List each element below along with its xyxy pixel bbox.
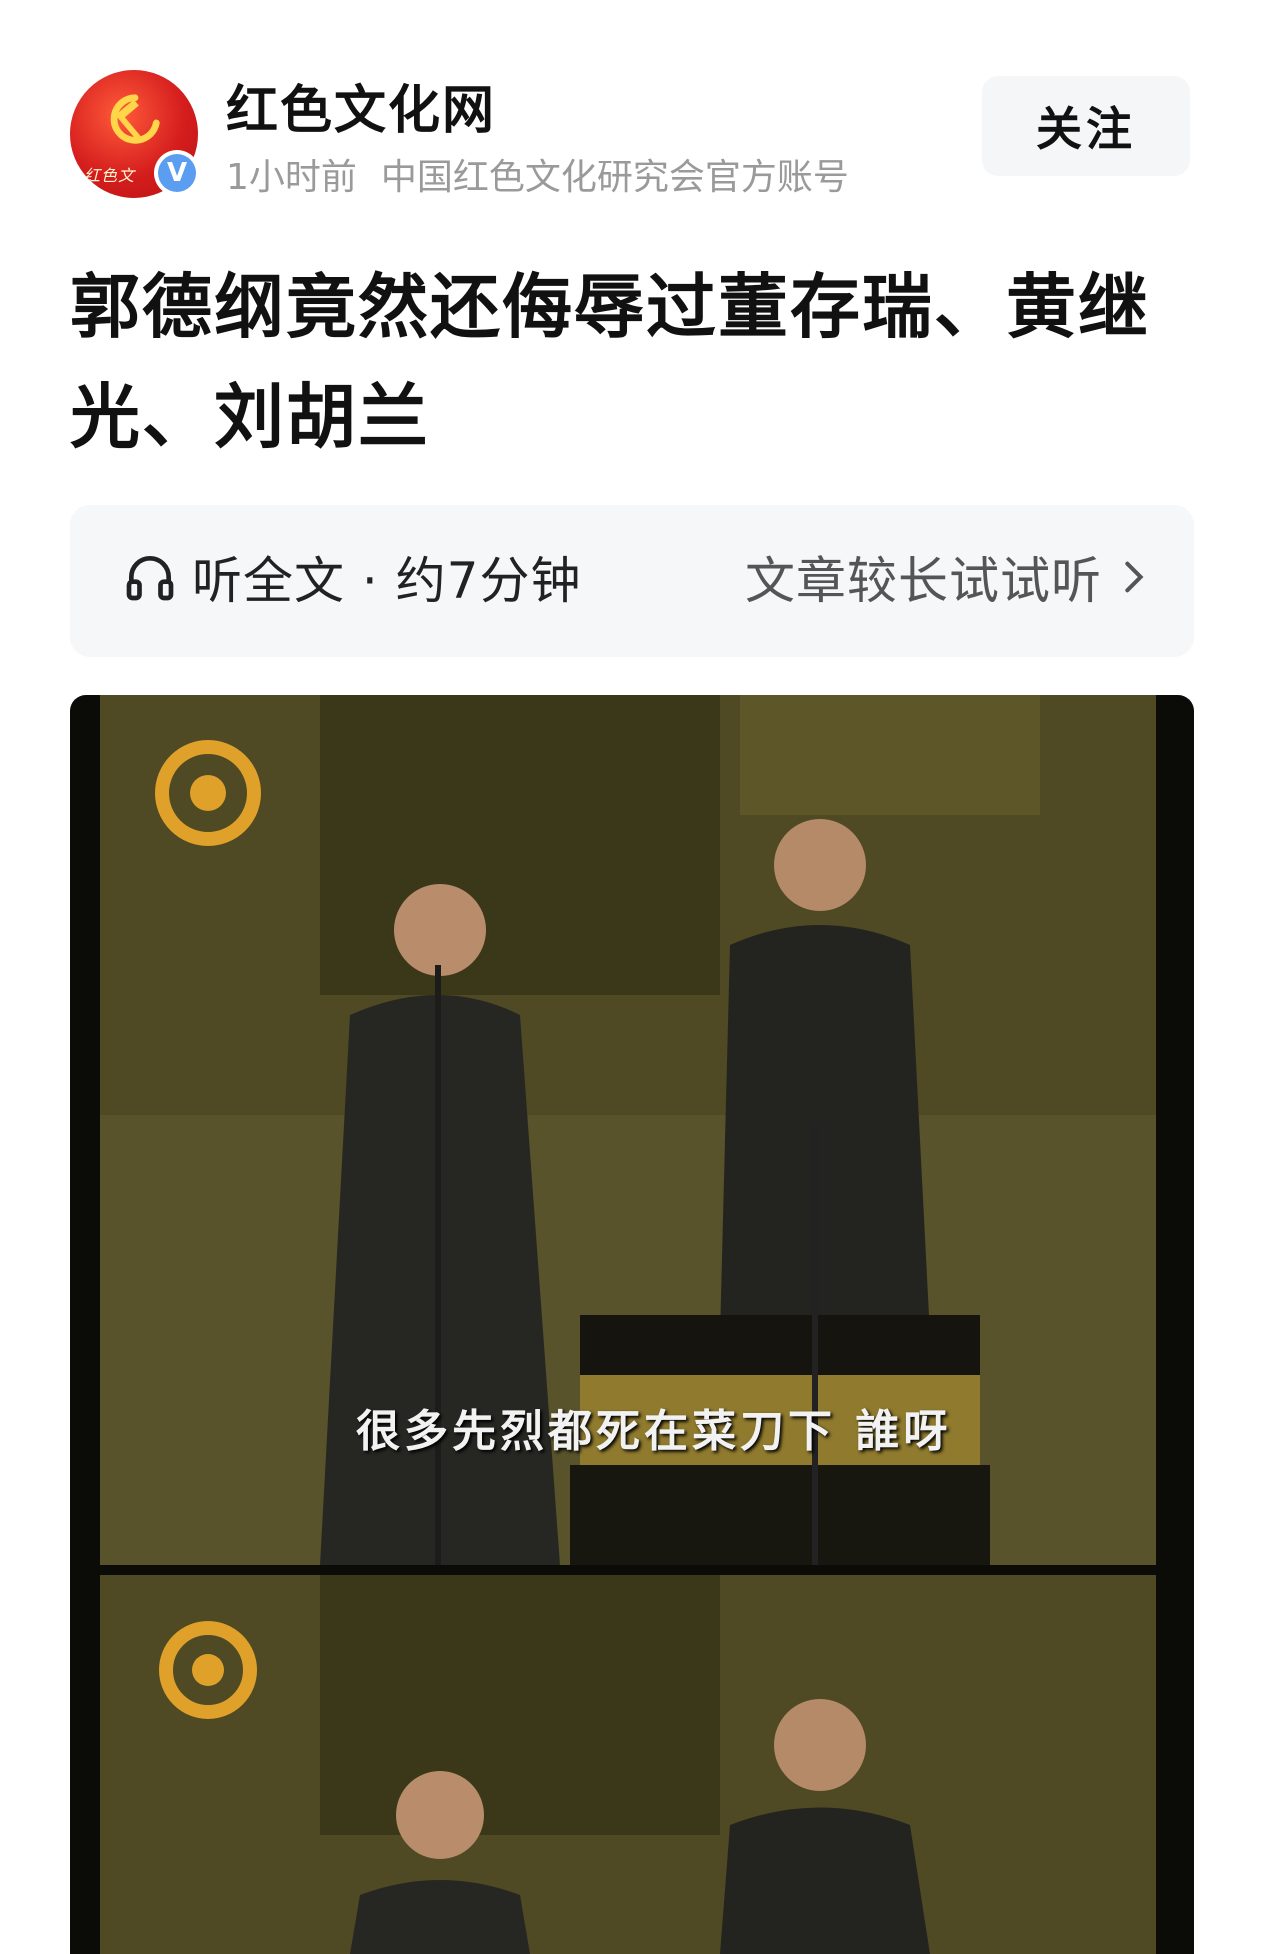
listen-full-text-bar[interactable]: 听全文 · 约7分钟 文章较长试试听 [70, 505, 1194, 657]
video-frame-bottom [100, 1575, 1156, 1954]
listen-label: 听全文 · 约7分钟 [192, 552, 582, 610]
headphone-icon [126, 556, 174, 601]
listen-info: 听全文 · 约7分钟 [122, 541, 582, 613]
post-header: 红色文 V 红色文化网 1小时前 中国红色文化研究会官方账号 关注 [70, 64, 1190, 204]
follow-button[interactable]: 关注 [982, 76, 1190, 176]
post-time: 1小时前 [226, 157, 357, 198]
article-title: 郭德纲竟然还侮辱过董存瑞、黄继光、刘胡兰 [70, 266, 1150, 458]
avatar-signature: 红色文 [84, 166, 136, 185]
account-name[interactable]: 红色文化网 [226, 68, 496, 143]
hammer-sickle-icon [110, 94, 160, 144]
chevron-right-icon [1125, 561, 1144, 593]
video-subtitle: 很多先烈都死在菜刀下 誰呀 [356, 1406, 952, 1457]
stage-scene-2 [100, 1575, 1156, 1954]
verified-icon: V [158, 154, 196, 192]
listen-hint[interactable]: 文章较长试试听 [745, 541, 1148, 613]
account-description: 中国红色文化研究会官方账号 [380, 157, 849, 198]
verified-badge: V [154, 150, 200, 196]
post-meta: 1小时前 中国红色文化研究会官方账号 [226, 148, 849, 200]
article-image[interactable]: 很多先烈都死在菜刀下 誰呀 [70, 695, 1194, 1954]
video-frame-top: 很多先烈都死在菜刀下 誰呀 [100, 695, 1156, 1565]
listen-hint-text: 文章较长试试听 [745, 552, 1102, 610]
